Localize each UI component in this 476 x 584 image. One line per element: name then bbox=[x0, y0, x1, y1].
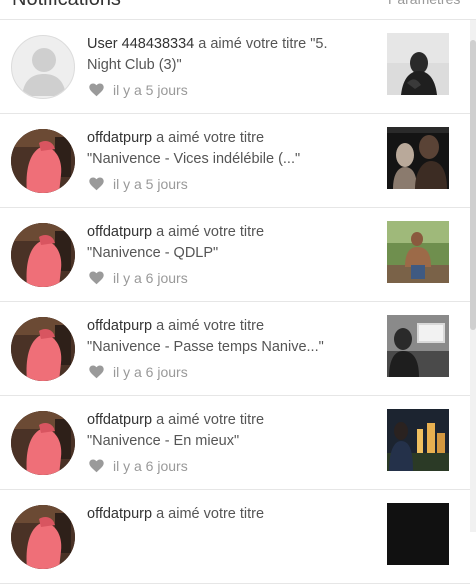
action-text: a aimé votre titre bbox=[156, 224, 265, 240]
notification-meta: il y a 6 jours bbox=[89, 269, 188, 287]
username-link[interactable]: User 448438334 bbox=[87, 36, 194, 52]
timestamp: il y a 6 jours bbox=[113, 270, 188, 286]
avatar[interactable] bbox=[11, 505, 75, 569]
notifications-header: Notifications Paramètres bbox=[0, 0, 476, 20]
notification-meta: il y a 5 jours bbox=[89, 175, 188, 193]
notification-meta: il y a 6 jours bbox=[89, 457, 188, 475]
avatar[interactable] bbox=[11, 317, 75, 381]
username-link[interactable]: offdatpurp bbox=[87, 318, 152, 334]
timestamp: il y a 5 jours bbox=[113, 82, 188, 98]
heart-icon bbox=[89, 177, 104, 191]
track-thumbnail[interactable] bbox=[387, 221, 449, 283]
track-title[interactable]: "Nanivence - Passe temps Nanive..." bbox=[87, 339, 324, 355]
heart-icon bbox=[89, 83, 104, 97]
track-thumbnail[interactable] bbox=[387, 503, 449, 565]
track-thumbnail[interactable] bbox=[387, 33, 449, 95]
avatar[interactable] bbox=[11, 223, 75, 287]
notification-text: offdatpurp a aimé votre titre "Nanivence… bbox=[87, 410, 372, 452]
notification-item[interactable]: User 448438334 a aimé votre titre "5. Ni… bbox=[0, 20, 470, 114]
track-title[interactable]: Night Club (3)" bbox=[87, 57, 182, 73]
notification-list: User 448438334 a aimé votre titre "5. Ni… bbox=[0, 20, 470, 584]
avatar[interactable] bbox=[11, 35, 75, 99]
avatar[interactable] bbox=[11, 411, 75, 475]
notification-item[interactable]: offdatpurp a aimé votre titre "Nanivence… bbox=[0, 208, 470, 302]
heart-icon bbox=[89, 459, 104, 473]
notification-item[interactable]: offdatpurp a aimé votre titre "Nanivence… bbox=[0, 302, 470, 396]
notification-text: offdatpurp a aimé votre titre "Nanivence… bbox=[87, 316, 372, 358]
action-text: a aimé votre titre "5. bbox=[198, 36, 328, 52]
timestamp: il y a 6 jours bbox=[113, 458, 188, 474]
notification-item[interactable]: offdatpurp a aimé votre titre bbox=[0, 490, 470, 584]
action-text: a aimé votre titre bbox=[156, 412, 265, 428]
heart-icon bbox=[89, 365, 104, 379]
notification-item[interactable]: offdatpurp a aimé votre titre "Nanivence… bbox=[0, 114, 470, 208]
track-thumbnail[interactable] bbox=[387, 315, 449, 377]
notification-text: User 448438334 a aimé votre titre "5. Ni… bbox=[87, 34, 372, 76]
heart-icon bbox=[89, 271, 104, 285]
notification-meta: il y a 5 jours bbox=[89, 81, 188, 99]
notification-text: offdatpurp a aimé votre titre "Nanivence… bbox=[87, 222, 372, 264]
timestamp: il y a 5 jours bbox=[113, 176, 188, 192]
username-link[interactable]: offdatpurp bbox=[87, 130, 152, 146]
settings-link[interactable]: Paramètres bbox=[388, 0, 460, 8]
scrollbar-thumb[interactable] bbox=[470, 40, 476, 330]
track-title[interactable]: "Nanivence - QDLP" bbox=[87, 245, 218, 261]
action-text: a aimé votre titre bbox=[156, 318, 265, 334]
notification-text: offdatpurp a aimé votre titre bbox=[87, 504, 372, 525]
avatar[interactable] bbox=[11, 129, 75, 193]
notification-item[interactable]: offdatpurp a aimé votre titre "Nanivence… bbox=[0, 396, 470, 490]
default-avatar-icon bbox=[22, 48, 66, 96]
page-title: Notifications bbox=[12, 0, 121, 11]
scrollbar[interactable] bbox=[470, 20, 476, 532]
username-link[interactable]: offdatpurp bbox=[87, 506, 152, 522]
track-title[interactable]: "Nanivence - En mieux" bbox=[87, 433, 239, 449]
notification-meta: il y a 6 jours bbox=[89, 363, 188, 381]
action-text: a aimé votre titre bbox=[156, 130, 265, 146]
timestamp: il y a 6 jours bbox=[113, 364, 188, 380]
username-link[interactable]: offdatpurp bbox=[87, 412, 152, 428]
track-thumbnail[interactable] bbox=[387, 127, 449, 189]
notification-text: offdatpurp a aimé votre titre "Nanivence… bbox=[87, 128, 372, 170]
username-link[interactable]: offdatpurp bbox=[87, 224, 152, 240]
track-thumbnail[interactable] bbox=[387, 409, 449, 471]
action-text: a aimé votre titre bbox=[156, 506, 265, 522]
track-title[interactable]: "Nanivence - Vices indélébile (..." bbox=[87, 151, 300, 167]
